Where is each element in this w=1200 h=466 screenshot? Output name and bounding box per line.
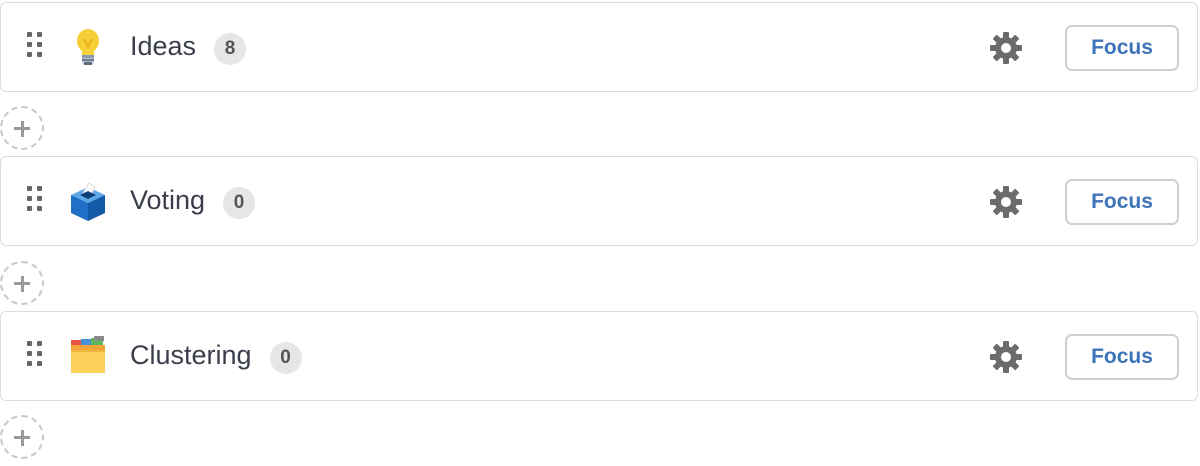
stage-card-voting: Voting 0 Focus [0,156,1198,246]
stage-name: Ideas 8 [130,30,247,65]
drag-handle-icon[interactable] [27,186,45,212]
add-stage-button[interactable] [0,261,44,305]
focus-button[interactable]: Focus [1065,334,1179,380]
stage-name: Clustering 0 [130,339,302,374]
plus-icon [20,429,24,446]
count-badge: 0 [223,187,256,219]
gear-icon[interactable] [989,185,1023,219]
drag-handle-icon[interactable] [27,32,45,58]
focus-button[interactable]: Focus [1065,179,1179,225]
plus-icon [20,120,24,137]
plus-icon [20,275,24,292]
stage-card-ideas: Ideas 8 Focus [0,2,1198,92]
gear-icon[interactable] [989,31,1023,65]
count-badge: 0 [269,342,302,374]
lightbulb-icon [77,29,99,65]
stage-title: Clustering [130,340,252,370]
add-stage-button[interactable] [0,415,44,459]
stage-name: Voting 0 [130,184,256,219]
card-index-dividers-icon [71,336,105,373]
count-badge: 8 [214,33,247,65]
ballot-box-icon [71,182,105,221]
drag-handle-icon[interactable] [27,341,45,367]
focus-button[interactable]: Focus [1065,25,1179,71]
stage-title: Voting [130,185,206,215]
gear-icon[interactable] [989,340,1023,374]
stage-title: Ideas [130,31,197,61]
stage-card-clustering: Clustering 0 Focus [0,311,1198,401]
add-stage-button[interactable] [0,106,44,150]
